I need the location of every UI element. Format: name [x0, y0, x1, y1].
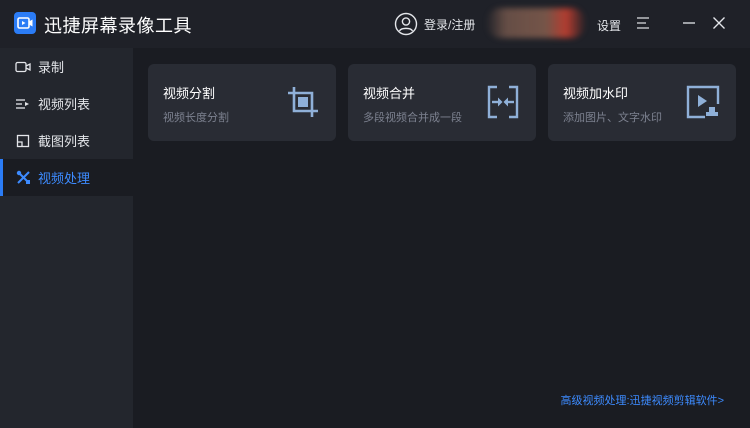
sidebar-item-video-list[interactable]: 视频列表 — [0, 85, 133, 122]
card-title: 视频加水印 — [563, 86, 629, 101]
blurred-account-info — [486, 8, 586, 38]
sidebar: 录制 视频列表 截图列表 视频处理 — [0, 48, 133, 428]
list-icon — [14, 96, 32, 112]
sidebar-item-label: 视频处理 — [38, 171, 91, 186]
login-label: 登录/注册 — [424, 17, 476, 32]
user-icon — [394, 12, 418, 36]
login-button[interactable]: 登录/注册 — [394, 12, 475, 36]
sidebar-item-video-processing[interactable]: 视频处理 — [0, 159, 133, 196]
sidebar-item-label: 录制 — [38, 60, 65, 75]
advanced-video-editor-link[interactable]: 高级视频处理:迅捷视频剪辑软件> — [561, 392, 724, 408]
close-icon[interactable] — [712, 16, 726, 30]
app-logo-icon — [14, 12, 36, 34]
watermark-icon — [686, 85, 720, 119]
crop-icon — [288, 87, 318, 117]
card-video-watermark[interactable]: 视频加水印 添加图片、文字水印 — [548, 64, 736, 141]
sidebar-item-label: 截图列表 — [38, 134, 91, 149]
card-description: 添加图片、文字水印 — [563, 112, 662, 124]
video-camera-icon — [14, 59, 32, 75]
app-title: 迅捷屏幕录像工具 — [44, 16, 192, 36]
card-description: 视频长度分割 — [163, 112, 229, 124]
card-video-merge[interactable]: 视频合并 多段视频合并成一段 — [348, 64, 536, 141]
tools-icon — [14, 170, 32, 186]
merge-icon — [487, 85, 519, 119]
screenshot-icon — [14, 133, 32, 149]
card-title: 视频合并 — [363, 86, 416, 101]
menu-icon[interactable] — [636, 16, 650, 30]
card-title: 视频分割 — [163, 86, 216, 101]
settings-button[interactable]: 设置 — [597, 17, 621, 34]
title-bar: 迅捷屏幕录像工具 登录/注册 设置 — [0, 0, 750, 48]
minimize-icon[interactable] — [682, 16, 696, 30]
card-description: 多段视频合并成一段 — [363, 112, 462, 124]
sidebar-item-screenshot-list[interactable]: 截图列表 — [0, 122, 133, 159]
card-video-split[interactable]: 视频分割 视频长度分割 — [148, 64, 336, 141]
sidebar-item-record[interactable]: 录制 — [0, 48, 133, 85]
sidebar-item-label: 视频列表 — [38, 97, 91, 112]
